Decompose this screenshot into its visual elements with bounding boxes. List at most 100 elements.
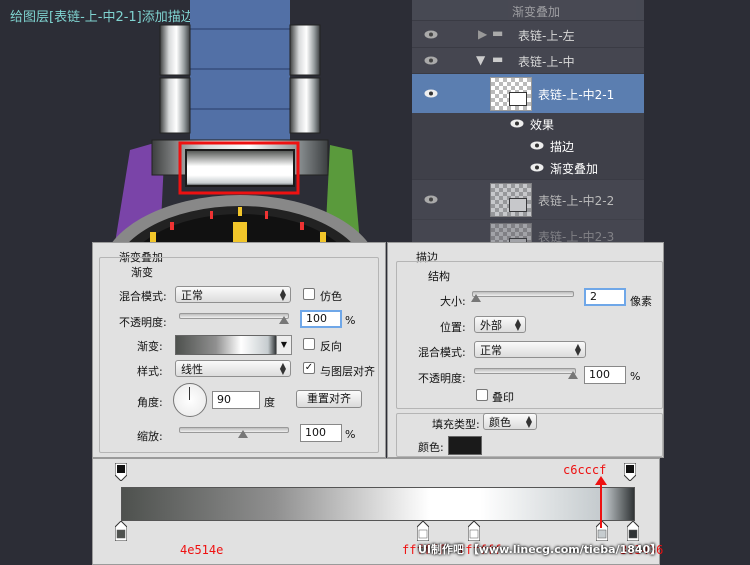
stepper-arrows-icon: ▲ ▼ bbox=[279, 287, 286, 302]
fill-type-value: 颜色 bbox=[489, 416, 511, 429]
layer-row[interactable]: 表链-上-中2-2 bbox=[412, 179, 644, 220]
align-with-layer-label: 与图层对齐 bbox=[320, 365, 375, 378]
layer-row[interactable]: 渐变叠加 bbox=[412, 0, 644, 20]
layer-name: 表链-上-中2-2 bbox=[538, 194, 615, 208]
size-input[interactable]: 2 bbox=[584, 288, 626, 306]
watch-drawing bbox=[111, 0, 369, 243]
opacity-input[interactable]: 100 bbox=[300, 310, 342, 328]
layer-row-selected[interactable]: 表链-上-中2-1 bbox=[412, 73, 644, 114]
stepper-arrows-icon: ▲ ▼ bbox=[514, 317, 521, 332]
position-select[interactable]: 外部 ▲ ▼ bbox=[474, 316, 526, 333]
effect-row[interactable]: 描边 bbox=[412, 135, 644, 157]
effects-row[interactable]: 效果 bbox=[412, 113, 644, 135]
chevron-right-icon[interactable]: ▶ bbox=[478, 27, 487, 41]
layer-thumbnail bbox=[490, 77, 532, 111]
layer-name: 表链-上-中 bbox=[518, 55, 575, 69]
style-select[interactable]: 线性 ▲ ▼ bbox=[175, 360, 291, 377]
reverse-label: 反向 bbox=[320, 340, 342, 353]
blend-mode-label: 混合模式: bbox=[418, 346, 466, 359]
chevron-down-icon[interactable]: ▼ bbox=[476, 53, 485, 67]
stepper-arrows-icon: ▲ ▼ bbox=[279, 361, 286, 376]
stop-label: 4e514e bbox=[180, 543, 224, 557]
layer-name: 表链-上-中2-3 bbox=[538, 230, 615, 243]
gradient-preview-bar[interactable] bbox=[121, 487, 635, 521]
color-label: 颜色: bbox=[418, 441, 444, 454]
group-title: 结构 bbox=[426, 268, 452, 284]
percent-label: % bbox=[345, 428, 356, 441]
folder-icon: ▬ bbox=[492, 26, 504, 40]
align-checkbox[interactable]: ✓ bbox=[303, 362, 315, 374]
color-stop[interactable] bbox=[417, 521, 430, 541]
effect-row[interactable]: 渐变叠加 bbox=[412, 157, 644, 179]
dither-checkbox[interactable] bbox=[303, 288, 315, 300]
stepper-arrows-icon: ▲ ▼ bbox=[525, 414, 532, 429]
reverse-checkbox[interactable] bbox=[303, 338, 315, 350]
color-stop[interactable] bbox=[468, 521, 481, 541]
blend-mode-label: 混合模式: bbox=[119, 290, 167, 303]
opacity-label: 不透明度: bbox=[418, 372, 466, 385]
overprint-label: 叠印 bbox=[492, 391, 514, 404]
position-label: 位置: bbox=[440, 321, 466, 334]
opacity-slider-knob[interactable] bbox=[279, 316, 289, 324]
layer-thumbnail bbox=[490, 223, 532, 243]
eye-icon[interactable] bbox=[424, 195, 438, 204]
angle-dial[interactable] bbox=[173, 383, 207, 417]
effect-name: 描边 bbox=[550, 140, 575, 154]
layer-row[interactable]: 表链-上-中2-3 bbox=[412, 219, 644, 243]
chevron-down-icon[interactable]: ▼ bbox=[276, 335, 292, 355]
color-stop[interactable] bbox=[627, 521, 639, 541]
fill-type-label: 填充类型: bbox=[430, 416, 482, 432]
opacity-label: 不透明度: bbox=[119, 316, 167, 329]
degree-label: 度 bbox=[264, 396, 275, 409]
blend-mode-value: 正常 bbox=[181, 289, 203, 302]
blend-mode-value: 正常 bbox=[480, 344, 502, 357]
watermark: UI制作吧 【www.linecg.com/tieba/1840】 bbox=[418, 543, 662, 556]
dither-label: 仿色 bbox=[320, 290, 342, 303]
scale-label: 缩放: bbox=[137, 430, 163, 443]
opacity-slider-knob[interactable] bbox=[568, 371, 578, 379]
layer-name: 渐变叠加 bbox=[512, 5, 561, 19]
color-stop[interactable] bbox=[115, 521, 127, 541]
eye-icon[interactable] bbox=[510, 119, 524, 128]
opacity-stop-right[interactable] bbox=[624, 463, 636, 481]
opacity-stop-left[interactable] bbox=[115, 463, 127, 481]
stop-label: c6cccf bbox=[563, 463, 607, 477]
size-slider-knob[interactable] bbox=[471, 294, 481, 302]
scale-input[interactable]: 100 bbox=[300, 424, 342, 442]
fill-type-select[interactable]: 颜色 ▲ ▼ bbox=[483, 413, 537, 430]
eye-icon[interactable] bbox=[424, 89, 438, 98]
size-label: 大小: bbox=[440, 295, 466, 308]
eye-icon[interactable] bbox=[424, 30, 438, 39]
angle-input[interactable]: 90 bbox=[212, 391, 260, 409]
folder-icon: ▬ bbox=[492, 52, 504, 66]
stroke-color-swatch[interactable] bbox=[448, 436, 482, 455]
overprint-checkbox[interactable] bbox=[476, 389, 488, 401]
gradient-overlay-panel: 渐变叠加 渐变 混合模式: 正常 ▲ ▼ 仿色 不透明度: 100 % 渐变: ▼ … bbox=[92, 242, 386, 458]
effect-name: 渐变叠加 bbox=[550, 162, 599, 176]
scale-slider[interactable] bbox=[179, 427, 289, 433]
layer-group-row[interactable]: ▼ ▬ 表链-上-中 bbox=[412, 47, 644, 74]
stepper-arrows-icon: ▲ ▼ bbox=[574, 342, 581, 357]
eye-icon[interactable] bbox=[530, 163, 544, 172]
blend-mode-select[interactable]: 正常 ▲ ▼ bbox=[474, 341, 586, 358]
gradient-label: 渐变: bbox=[137, 340, 163, 353]
reset-align-button[interactable]: 重置对齐 bbox=[296, 390, 362, 408]
group-title: 渐变 bbox=[129, 264, 155, 280]
layer-name: 表链-上-中2-1 bbox=[538, 88, 615, 102]
eye-icon[interactable] bbox=[530, 141, 544, 150]
eye-icon[interactable] bbox=[424, 56, 438, 65]
gradient-swatch[interactable] bbox=[175, 335, 277, 355]
blend-mode-select[interactable]: 正常 ▲ ▼ bbox=[175, 286, 291, 303]
layer-group-row[interactable]: ▶ ▬ 表链-上-左 bbox=[412, 20, 644, 48]
layer-name: 表链-上-左 bbox=[518, 29, 575, 43]
effects-label: 效果 bbox=[530, 118, 555, 132]
angle-label: 角度: bbox=[137, 396, 163, 409]
size-slider[interactable] bbox=[472, 291, 574, 297]
scale-slider-knob[interactable] bbox=[238, 430, 248, 438]
opacity-slider[interactable] bbox=[179, 313, 289, 319]
layer-thumbnail bbox=[490, 183, 532, 217]
opacity-input[interactable]: 100 bbox=[584, 366, 626, 384]
opacity-slider[interactable] bbox=[474, 368, 576, 374]
watch-illustration bbox=[90, 0, 385, 243]
percent-label: % bbox=[630, 370, 641, 383]
